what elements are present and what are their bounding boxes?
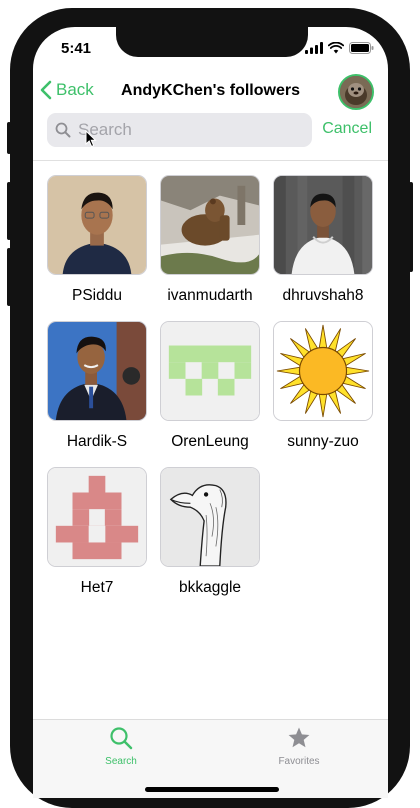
battery-icon [349,41,374,59]
follower-cell[interactable]: bkkaggle [160,467,260,613]
follower-avatar [273,321,373,421]
follower-avatar [160,175,260,275]
follower-username: bkkaggle [178,579,242,596]
follower-cell[interactable]: sunny-zuo [273,321,373,467]
navigation-bar: Back AndyKChen's followers [33,71,388,113]
follower-cell[interactable]: dhruvshah8 [273,175,373,321]
follower-cell[interactable]: Het7 [47,467,147,613]
follower-avatar [273,175,373,275]
wifi-icon [327,41,345,59]
follower-cell[interactable]: OrenLeung [160,321,260,467]
user-avatar-button[interactable] [338,74,374,110]
mouse-cursor-icon [85,129,97,153]
page-title: AndyKChen's followers [121,82,300,99]
tab-label: Favorites [278,756,320,767]
mute-switch [7,122,11,154]
follower-username: Hardik-S [66,433,128,450]
follower-cell[interactable]: Hardik-S [47,321,147,467]
follower-avatar [47,321,147,421]
notch [116,27,308,57]
follower-avatar [160,321,260,421]
follower-avatar [47,175,147,275]
volume-down-button [7,248,11,306]
follower-avatar [160,467,260,567]
follower-username: Het7 [80,579,114,596]
followers-grid: PSiddu ivanmudarth dhruvshah8 Hardik-S O… [47,175,377,613]
search-icon [55,122,71,138]
status-icons [305,41,374,59]
divider [33,160,388,161]
follower-username: PSiddu [72,287,122,304]
volume-up-button [7,182,11,240]
tab-search[interactable]: Search [76,726,166,767]
search-input[interactable] [76,119,300,141]
follower-avatar [47,467,147,567]
follower-username: sunny-zuo [287,433,359,450]
signal-icon [305,41,323,59]
power-button [409,182,413,272]
follower-cell[interactable]: PSiddu [47,175,147,321]
status-time: 5:41 [61,40,92,57]
search-icon [110,727,133,750]
tab-favorites[interactable]: Favorites [254,726,344,767]
follower-username: OrenLeung [171,433,249,450]
tab-label: Search [105,756,137,767]
cancel-button[interactable]: Cancel [322,120,372,138]
follower-cell[interactable]: ivanmudarth [160,175,260,321]
star-icon [288,727,310,748]
follower-username: ivanmudarth [167,287,253,304]
home-indicator [145,787,279,792]
follower-username: dhruvshah8 [282,287,364,304]
